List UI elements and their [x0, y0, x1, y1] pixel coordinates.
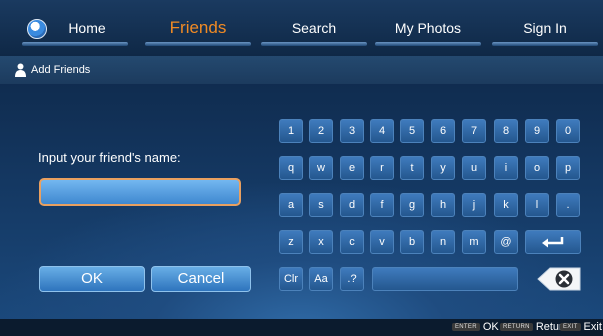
key-period[interactable]: .	[556, 193, 580, 217]
key-9[interactable]: 9	[525, 119, 549, 143]
tab-underline	[492, 42, 598, 46]
screen: Home Friends Search My Photos Sign In Ad…	[0, 0, 603, 336]
key-3[interactable]: 3	[340, 119, 364, 143]
ok-button[interactable]: OK	[39, 266, 145, 292]
name-prompt: Input your friend's name:	[38, 150, 181, 165]
space-key[interactable]	[372, 267, 518, 291]
remote-hints-bar: ENTER OK RETURN Return EXIT Exit	[0, 319, 603, 336]
enter-key[interactable]	[525, 230, 581, 254]
key-5[interactable]: 5	[400, 119, 424, 143]
key-a[interactable]: a	[279, 193, 303, 217]
key-s[interactable]: s	[309, 193, 333, 217]
tab-friends-label: Friends	[169, 18, 227, 37]
key-f[interactable]: f	[370, 193, 394, 217]
tab-friends[interactable]: Friends	[145, 14, 251, 46]
breadcrumb-label: Add Friends	[31, 64, 91, 76]
return-button-badge: RETURN	[500, 323, 533, 332]
key-u[interactable]: u	[462, 156, 486, 180]
tab-underline	[261, 42, 367, 46]
key-q[interactable]: q	[279, 156, 303, 180]
key-j[interactable]: j	[462, 193, 486, 217]
person-icon	[15, 63, 26, 77]
exit-button-badge: EXIT	[560, 323, 581, 332]
tab-sign-in[interactable]: Sign In	[492, 14, 598, 46]
hint-exit: EXIT Exit	[560, 321, 602, 333]
key-v[interactable]: v	[370, 230, 394, 254]
key-z[interactable]: z	[279, 230, 303, 254]
key-0[interactable]: 0	[556, 119, 580, 143]
case-toggle-key[interactable]: Aa	[309, 267, 333, 291]
key-p[interactable]: p	[556, 156, 580, 180]
tab-underline	[22, 42, 128, 46]
home-icon	[27, 19, 47, 39]
friend-name-input[interactable]	[39, 178, 241, 206]
key-e[interactable]: e	[340, 156, 364, 180]
tab-search[interactable]: Search	[261, 14, 367, 46]
key-n[interactable]: n	[431, 230, 455, 254]
tab-my-photos-label: My Photos	[394, 20, 462, 36]
hint-label: OK	[482, 321, 499, 333]
key-k[interactable]: k	[494, 193, 518, 217]
key-b[interactable]: b	[400, 230, 424, 254]
breadcrumb: Add Friends	[0, 56, 603, 84]
key-7[interactable]: 7	[462, 119, 486, 143]
key-m[interactable]: m	[462, 230, 486, 254]
tab-search-label: Search	[291, 20, 337, 36]
key-1[interactable]: 1	[279, 119, 303, 143]
key-g[interactable]: g	[400, 193, 424, 217]
key-8[interactable]: 8	[494, 119, 518, 143]
hint-label: Exit	[583, 321, 602, 333]
key-l[interactable]: l	[525, 193, 549, 217]
tab-my-photos[interactable]: My Photos	[375, 14, 481, 46]
key-at[interactable]: @	[494, 230, 518, 254]
key-w[interactable]: w	[309, 156, 333, 180]
clear-key[interactable]: Clr	[279, 267, 303, 291]
key-d[interactable]: d	[340, 193, 364, 217]
top-navigation: Home Friends Search My Photos Sign In	[0, 0, 603, 56]
tab-home-label: Home	[68, 20, 106, 36]
key-x[interactable]: x	[309, 230, 333, 254]
key-y[interactable]: y	[431, 156, 455, 180]
key-2[interactable]: 2	[309, 119, 333, 143]
tab-sign-in-label: Sign In	[523, 20, 567, 36]
hint-return: RETURN Return	[500, 321, 569, 333]
enter-button-badge: ENTER	[452, 323, 480, 332]
key-o[interactable]: o	[525, 156, 549, 180]
tab-underline	[375, 42, 481, 46]
backspace-icon[interactable]	[536, 266, 582, 292]
key-c[interactable]: c	[340, 230, 364, 254]
hint-enter-ok: ENTER OK	[452, 321, 499, 333]
enter-arrow-icon	[542, 237, 564, 248]
key-i[interactable]: i	[494, 156, 518, 180]
key-4[interactable]: 4	[370, 119, 394, 143]
tab-underline	[145, 42, 251, 46]
symbols-key[interactable]: .?	[340, 267, 364, 291]
tab-home[interactable]: Home	[22, 14, 128, 46]
cancel-button[interactable]: Cancel	[151, 266, 251, 292]
key-r[interactable]: r	[370, 156, 394, 180]
key-t[interactable]: t	[400, 156, 424, 180]
key-6[interactable]: 6	[431, 119, 455, 143]
key-h[interactable]: h	[431, 193, 455, 217]
